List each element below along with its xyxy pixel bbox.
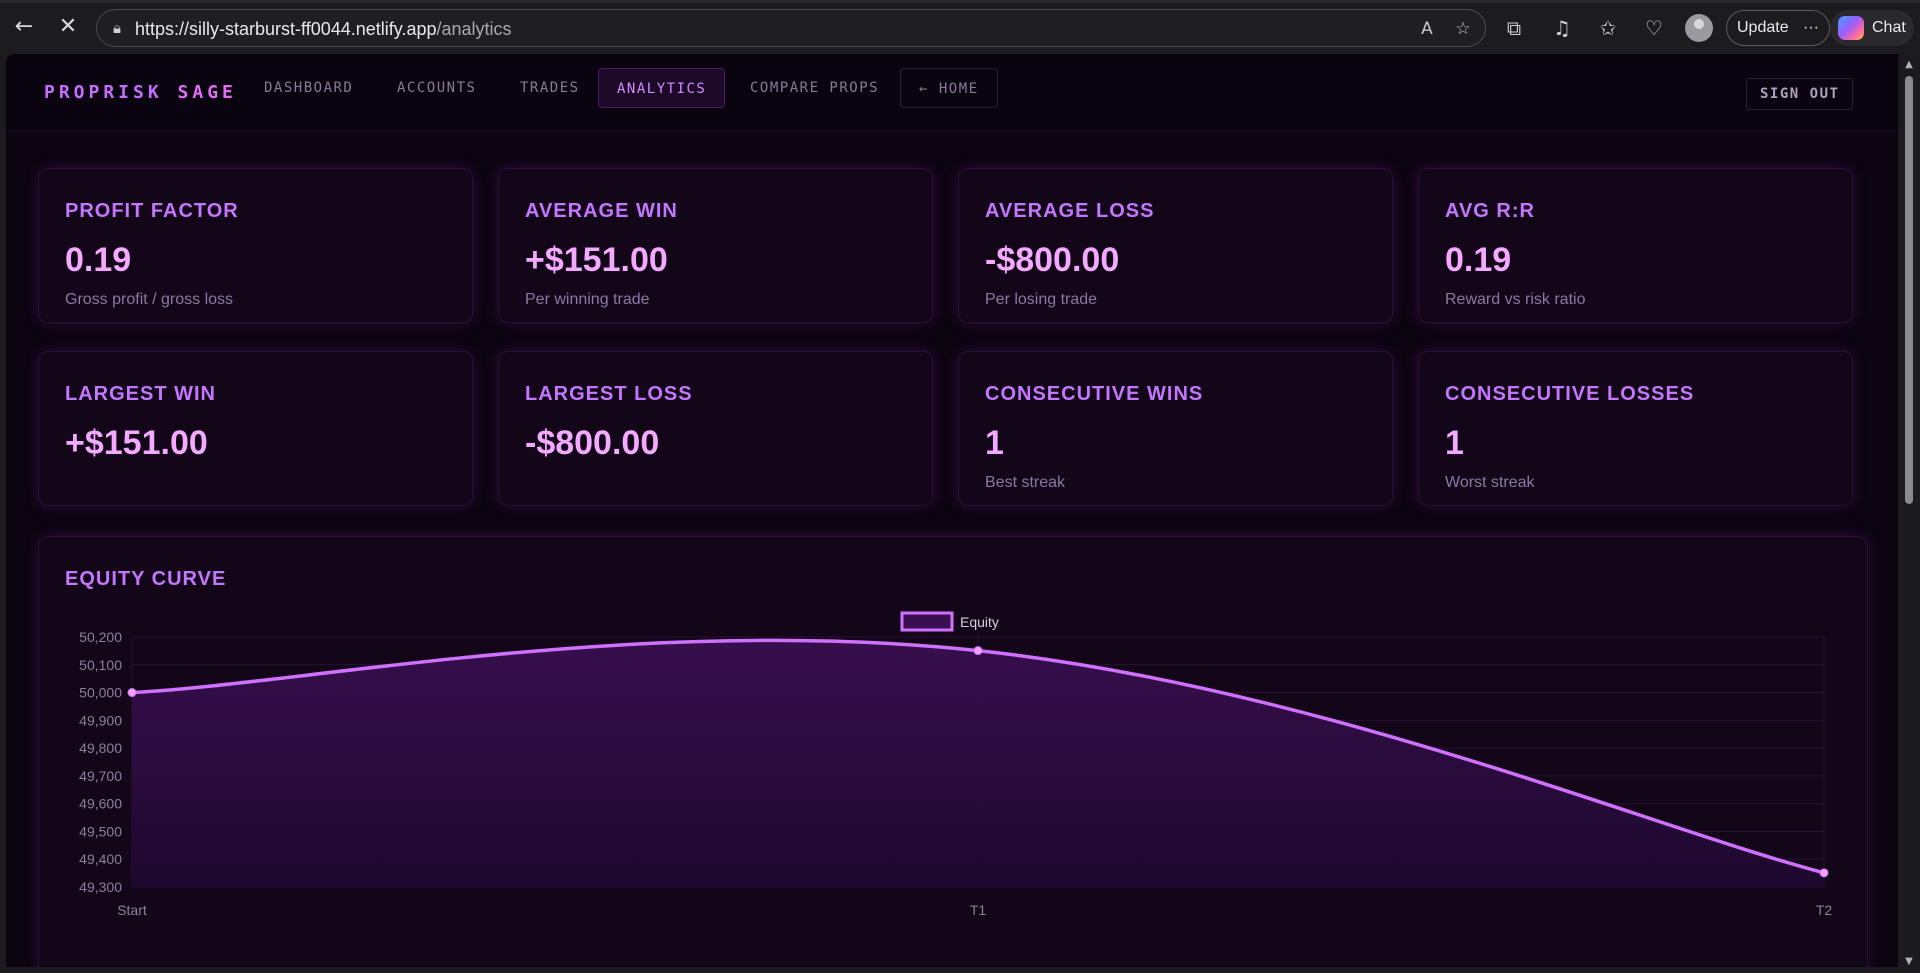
stat-card-average-loss: AVERAGE LOSS -$800.00 Per losing trade [958, 168, 1393, 323]
stat-label: LARGEST WIN [65, 383, 216, 405]
stat-card-average-win: AVERAGE WIN +$151.00 Per winning trade [498, 168, 933, 323]
equity-area [132, 640, 1824, 887]
stat-value: 0.19 [65, 241, 132, 279]
equity-chart: 50,200 50,100 50,000 49,900 49,800 49,700 49,6… [79, 611, 1833, 918]
stat-label: PROFIT FACTOR [65, 200, 239, 222]
scrollbar-thumb[interactable] [1905, 76, 1913, 504]
equity-point [973, 646, 983, 656]
stat-label: AVERAGE LOSS [985, 200, 1155, 222]
equity-point [127, 688, 137, 698]
stat-card-avg-rr: AVG R:R 0.19 Reward vs risk ratio [1418, 168, 1853, 323]
stat-card-consecutive-wins: CONSECUTIVE WINS 1 Best streak [958, 351, 1393, 506]
health-icon[interactable]: ♡ [1640, 14, 1668, 42]
y-tick-label: 49,900 [79, 712, 122, 728]
stat-sub: Best streak [985, 474, 1066, 491]
y-tick-label: 50,000 [79, 685, 122, 701]
browser-toolbar: ← ✕ 🔒︎ https://silly-starburst-ff0044.ne… [0, 0, 1920, 54]
legend-swatch [900, 611, 954, 632]
media-icon[interactable]: ♫ [1548, 14, 1576, 42]
brand-part2: SAGE [177, 82, 237, 103]
stat-label: AVERAGE WIN [525, 200, 678, 222]
legend-label: Equity [960, 614, 999, 630]
stat-value: -$800.00 [525, 424, 660, 462]
favorites-icon[interactable]: ✩ [1594, 14, 1622, 42]
lock-icon[interactable]: 🔒︎ [107, 18, 127, 38]
favorite-star-icon[interactable]: ☆ [1451, 18, 1475, 40]
chat-label: Chat [1872, 19, 1906, 36]
stat-label: AVG R:R [1445, 200, 1535, 222]
close-icon[interactable]: ✕ [50, 9, 86, 45]
url-host: https://silly-starburst-ff0044.netlify.a… [135, 19, 437, 39]
stat-sub: Per winning trade [525, 291, 650, 308]
url-text[interactable]: https://silly-starburst-ff0044.netlify.a… [135, 19, 512, 40]
stat-label: CONSECUTIVE LOSSES [1445, 383, 1695, 405]
nav-compare-props[interactable]: COMPARE PROPS [732, 68, 897, 108]
back-icon[interactable]: ← [6, 9, 42, 45]
stat-value: +$151.00 [65, 424, 208, 462]
read-aloud-icon[interactable]: A [1415, 18, 1439, 40]
copilot-chat-button[interactable]: Chat [1830, 10, 1914, 46]
scroll-down-icon[interactable]: ▼ [1898, 953, 1920, 971]
nav-trades[interactable]: TRADES [502, 68, 598, 108]
y-tick-label: 49,300 [79, 879, 122, 895]
copilot-icon [1838, 16, 1864, 40]
profile-icon[interactable] [1685, 14, 1713, 42]
y-tick-label: 49,500 [79, 823, 122, 839]
update-button[interactable]: Update ··· [1726, 10, 1830, 46]
stat-sub: Worst streak [1445, 474, 1535, 491]
stat-value: 1 [1445, 424, 1464, 462]
extensions-icon[interactable]: ⧉ [1500, 14, 1528, 42]
x-tick-label: T2 [1816, 902, 1833, 918]
stat-card-consecutive-losses: CONSECUTIVE LOSSES 1 Worst streak [1418, 351, 1853, 506]
stat-card-largest-win: LARGEST WIN +$151.00 [38, 351, 473, 506]
stat-sub: Per losing trade [985, 291, 1098, 308]
nav-home[interactable]: ← HOME [900, 68, 998, 108]
page-scrollbar[interactable]: ▲ ▼ [1898, 54, 1920, 973]
stat-label: CONSECUTIVE WINS [985, 383, 1204, 405]
equity-point [1819, 868, 1829, 878]
address-bar[interactable]: 🔒︎ https://silly-starburst-ff0044.netlif… [96, 9, 1486, 47]
stat-value: 1 [985, 424, 1004, 462]
stat-label: LARGEST LOSS [525, 383, 693, 405]
x-tick-label: T1 [970, 902, 987, 918]
equity-curve-panel: EQUITY CURVE 50,200 50,100 50,000 49,900 49,… [38, 536, 1868, 967]
y-tick-label: 49,700 [79, 768, 122, 784]
tab-strip-edge [0, 0, 1920, 3]
stat-card-largest-loss: LARGEST LOSS -$800.00 [498, 351, 933, 506]
x-tick-label: Start [117, 902, 147, 918]
stat-value: -$800.00 [985, 241, 1120, 279]
stat-value: +$151.00 [525, 241, 668, 279]
page-viewport: PROPRISK SAGE DASHBOARD ACCOUNTS TRADES … [6, 54, 1898, 967]
sign-out-button[interactable]: SIGN OUT [1746, 78, 1854, 110]
y-tick-label: 49,600 [79, 796, 122, 812]
y-tick-label: 49,400 [79, 851, 122, 867]
scroll-up-icon[interactable]: ▲ [1898, 56, 1920, 74]
app-navbar: PROPRISK SAGE DASHBOARD ACCOUNTS TRADES … [6, 54, 1898, 132]
stat-value: 0.19 [1445, 241, 1512, 279]
stat-sub: Gross profit / gross loss [65, 291, 234, 308]
nav-accounts[interactable]: ACCOUNTS [379, 68, 494, 108]
stat-card-profit-factor: PROFIT FACTOR 0.19 Gross profit / gross … [38, 168, 473, 323]
brand-part1: PROPRISK [44, 82, 163, 103]
update-label: Update [1737, 19, 1789, 36]
nav-analytics[interactable]: ANALYTICS [598, 68, 726, 108]
url-path: /analytics [436, 19, 512, 39]
y-tick-label: 49,800 [79, 740, 122, 756]
y-tick-label: 50,100 [79, 657, 122, 673]
y-tick-label: 50,200 [79, 629, 122, 645]
nav-dashboard[interactable]: DASHBOARD [246, 68, 371, 108]
stat-sub: Reward vs risk ratio [1445, 291, 1586, 308]
brand-logo[interactable]: PROPRISK SAGE [44, 82, 237, 103]
more-icon: ··· [1803, 19, 1819, 36]
